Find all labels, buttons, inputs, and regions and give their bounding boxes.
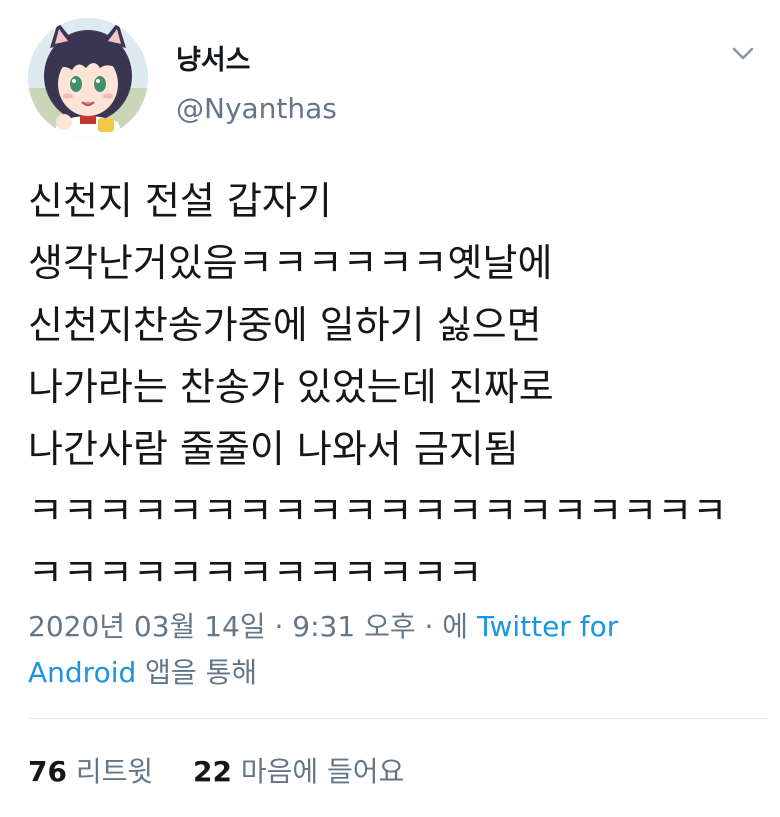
- tweet-text: 신천지 전설 갑자기 생각난거있음ㅋㅋㅋㅋㅋㅋ옛날에 신천지찬송가중에 일하기 …: [28, 170, 758, 604]
- retweet-label[interactable]: 리트윗: [76, 755, 153, 788]
- via-suffix: 앱을 통해: [136, 656, 258, 689]
- tweet-timestamp[interactable]: 2020년 03월 14일 · 9:31 오후 · 에: [28, 610, 477, 643]
- user-handle[interactable]: @Nyanthas: [176, 92, 337, 125]
- tweet-card: 냥서스 @Nyanthas 신천지 전설 갑자기 생각난거있음ㅋㅋㅋㅋㅋㅋ옛날에…: [0, 0, 780, 817]
- like-count[interactable]: 22: [193, 755, 232, 788]
- like-label[interactable]: 마음에 들어요: [241, 755, 404, 788]
- tweet-text-line: 생각난거있음ㅋㅋㅋㅋㅋㅋ옛날에: [28, 241, 553, 285]
- tweet-text-line: 나가라는 찬송가 있었는데 진짜로: [28, 365, 554, 409]
- chevron-down-icon[interactable]: [728, 38, 758, 68]
- tweet-text-line: 신천지찬송가중에 일하기 싫으면: [28, 303, 542, 347]
- source-link-cont[interactable]: Android: [28, 656, 136, 689]
- divider: [28, 718, 768, 719]
- tweet-text-line: 나간사람 줄줄이 나와서 금지됨: [28, 427, 519, 471]
- avatar-image: [28, 18, 148, 138]
- tweet-meta: 2020년 03월 14일 · 9:31 오후 · 에 Twitter for …: [28, 604, 758, 696]
- source-link[interactable]: Twitter for: [477, 610, 618, 643]
- avatar[interactable]: [28, 18, 148, 138]
- retweet-count[interactable]: 76: [28, 755, 67, 788]
- display-name[interactable]: 냥서스: [176, 38, 251, 77]
- tweet-text-line: 신천지 전설 갑자기: [28, 179, 332, 223]
- tweet-header: 냥서스 @Nyanthas: [28, 18, 768, 138]
- tweet-text-line: ㅋㅋㅋㅋㅋㅋㅋㅋㅋㅋㅋㅋㅋㅋㅋㅋㅋㅋㅋㅋ: [28, 489, 728, 533]
- tweet-stats: 76 리트윗 22 마음에 들어요: [28, 750, 404, 790]
- tweet-text-line: ㅋㅋㅋㅋㅋㅋㅋㅋㅋㅋㅋㅋㅋ: [28, 551, 483, 595]
